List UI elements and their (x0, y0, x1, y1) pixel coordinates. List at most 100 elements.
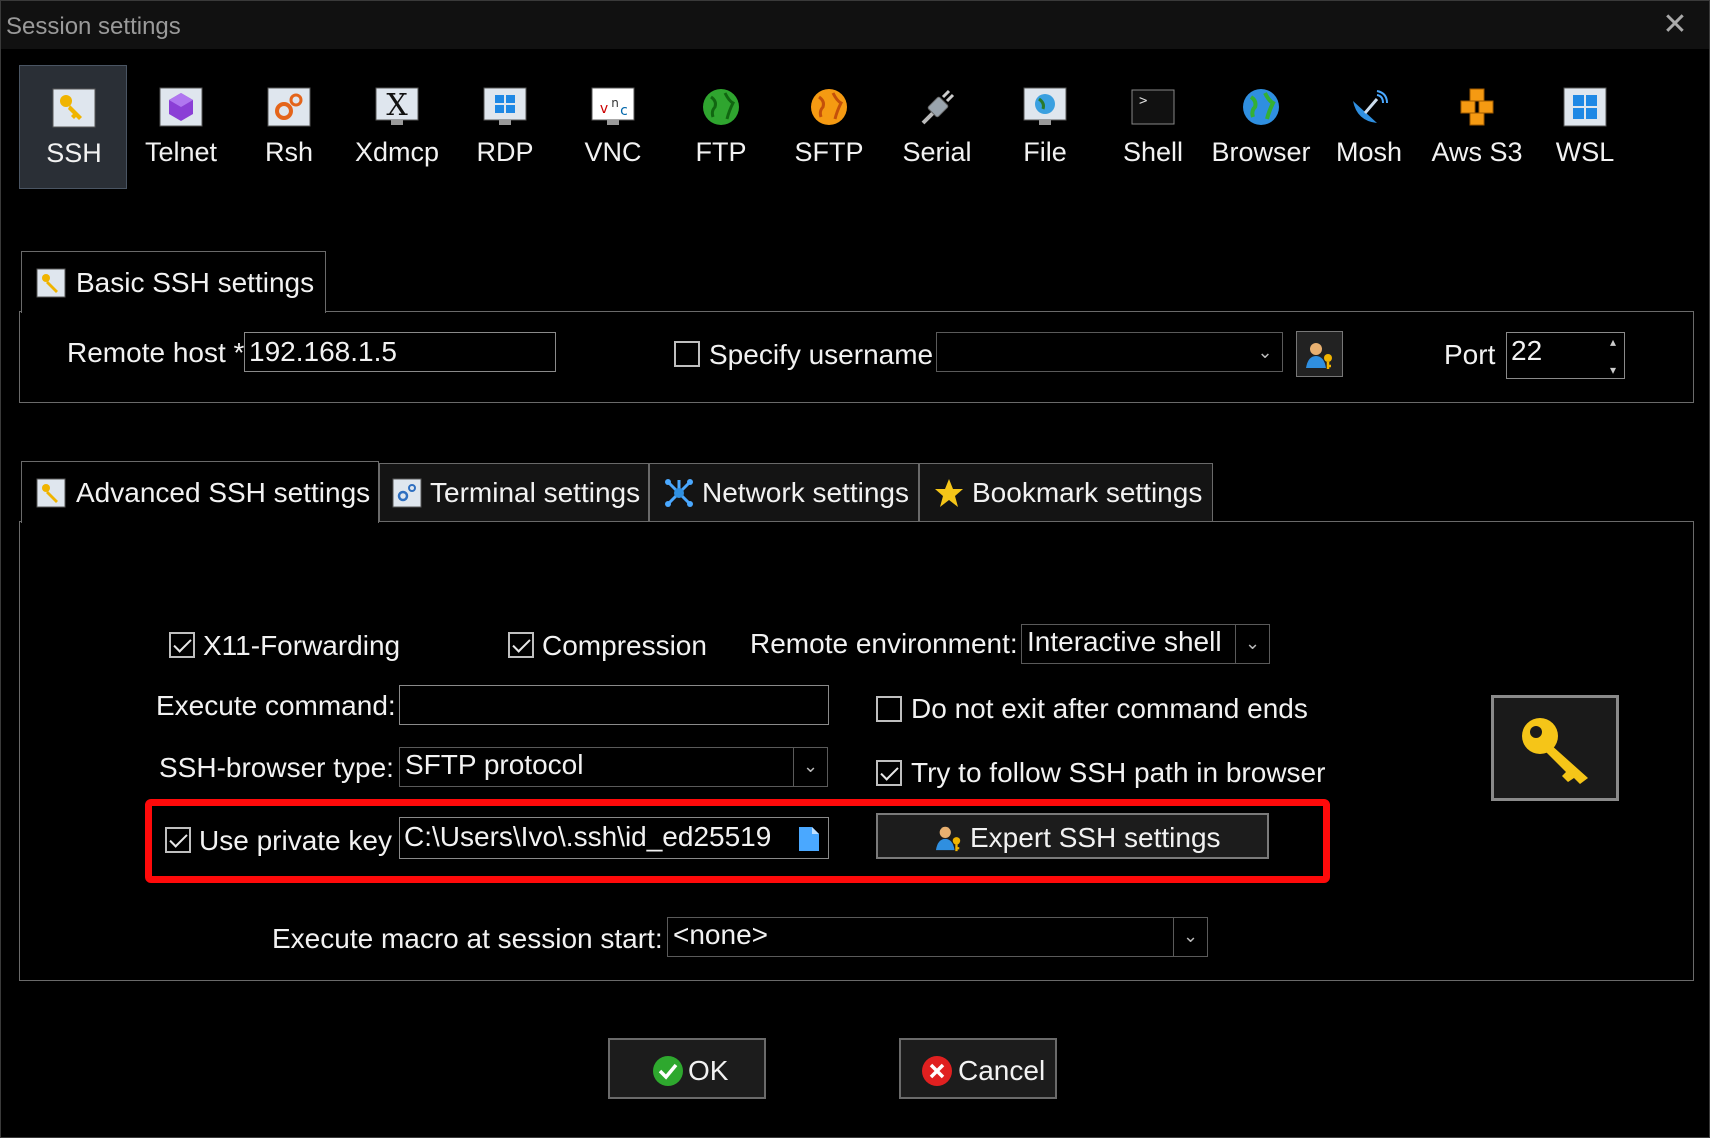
ftp-globe-icon (703, 89, 739, 125)
telnet-icon (159, 87, 203, 127)
tab-network-settings[interactable]: Network settings (649, 463, 919, 521)
ssh-key-icon (52, 88, 96, 128)
session-type-label: Xdmcp (354, 137, 440, 167)
execute-macro-select[interactable]: <none> ⌄ (667, 917, 1208, 957)
large-key-icon (1522, 718, 1588, 784)
session-type-label: Serial (902, 137, 972, 167)
svg-text:>: > (1139, 93, 1147, 109)
star-icon (935, 479, 963, 507)
compression-checkbox[interactable] (508, 632, 534, 658)
tab-join (22, 520, 378, 524)
session-type-ssh[interactable]: SSH (19, 65, 127, 189)
remote-environment-select[interactable]: Interactive shell ⌄ (1021, 624, 1270, 664)
rsh-icon (267, 87, 311, 127)
session-type-bar: SSH Telnet Rsh X Xdmcp RDP vnc VNC FTP S… (19, 65, 1659, 189)
session-type-shell[interactable]: > Shell (1099, 65, 1207, 189)
session-type-rsh[interactable]: Rsh (235, 65, 343, 189)
session-type-label: Shell (1122, 137, 1184, 167)
session-type-mosh[interactable]: Mosh (1315, 65, 1423, 189)
specify-username-checkbox[interactable] (674, 341, 700, 367)
x11-forwarding-checkbox[interactable] (169, 632, 195, 658)
port-label: Port (1444, 339, 1496, 370)
do-not-exit-checkbox[interactable] (876, 696, 902, 722)
session-type-sftp[interactable]: SFTP (775, 65, 883, 189)
do-not-exit-label: Do not exit after command ends (911, 693, 1308, 724)
check-circle-icon (653, 1056, 683, 1086)
chevron-down-icon: ⌄ (1173, 918, 1207, 956)
session-type-label: File (1023, 137, 1067, 167)
wsl-windows-icon (1563, 87, 1607, 127)
x11-forwarding-label: X11-Forwarding (203, 630, 401, 661)
remote-environment-label: Remote environment: (750, 628, 1018, 659)
ssh-key-icon (36, 268, 66, 298)
title-bar: Session settings ✕ (1, 1, 1709, 49)
tab-label: Terminal settings (430, 477, 641, 508)
advanced-settings-panel (19, 521, 1694, 981)
session-type-vnc[interactable]: vnc VNC (559, 65, 667, 189)
close-icon[interactable]: ✕ (1659, 9, 1691, 41)
shell-terminal-icon: > (1131, 89, 1175, 125)
chevron-down-icon: ⌄ (1257, 342, 1273, 362)
ssh-browser-type-value: SFTP protocol (405, 749, 584, 780)
xdmcp-icon: X (375, 87, 419, 125)
session-type-label: VNC (584, 137, 642, 167)
cancel-x-circle-icon (922, 1056, 952, 1086)
mosh-satellite-icon (1353, 90, 1388, 123)
session-type-ftp[interactable]: FTP (667, 65, 775, 189)
ok-label: OK (688, 1055, 729, 1086)
remote-host-input[interactable]: 192.168.1.5 (244, 332, 556, 372)
chevron-down-icon: ⌄ (793, 748, 827, 786)
session-type-file[interactable]: File (991, 65, 1099, 189)
session-type-label: FTP (695, 137, 747, 167)
session-type-label: SSH (46, 138, 102, 168)
tab-label: Bookmark settings (972, 477, 1203, 508)
port-spinner[interactable]: 22 ▴ ▾ (1506, 332, 1625, 379)
ok-button[interactable]: OK (608, 1038, 766, 1099)
tab-label: Advanced SSH settings (76, 477, 371, 508)
session-type-telnet[interactable]: Telnet (127, 65, 235, 189)
svg-text:c: c (620, 103, 628, 119)
highlight-annotation (145, 799, 1330, 883)
spinner-arrows-icon[interactable]: ▴ ▾ (1610, 335, 1616, 377)
session-type-wsl[interactable]: WSL (1531, 65, 1639, 189)
session-type-aws-s3[interactable]: Aws S3 (1423, 65, 1531, 189)
chevron-down-icon: ⌄ (1235, 625, 1269, 663)
tab-label: Network settings (702, 477, 909, 508)
compression-label: Compression (542, 630, 707, 661)
session-type-xdmcp[interactable]: X Xdmcp (343, 65, 451, 189)
tab-join (22, 310, 325, 314)
ssh-browser-type-label: SSH-browser type: (159, 752, 394, 783)
tab-bookmark-settings[interactable]: Bookmark settings (919, 463, 1213, 521)
session-type-serial[interactable]: Serial (883, 65, 991, 189)
session-type-label: Mosh (1335, 137, 1403, 167)
session-settings-window: Session settings ✕ SSH Telnet Rsh X Xdmc… (0, 0, 1710, 1138)
session-type-rdp[interactable]: RDP (451, 65, 559, 189)
vnc-icon: vnc (591, 87, 635, 125)
tab-advanced-ssh-settings[interactable]: Advanced SSH settings (21, 461, 379, 523)
svg-text:X: X (386, 88, 408, 123)
tab-basic-ssh-settings[interactable]: Basic SSH settings (21, 251, 326, 313)
cancel-button[interactable]: Cancel (899, 1038, 1057, 1099)
username-combo[interactable]: ⌄ (936, 332, 1283, 372)
svg-text:v: v (600, 101, 608, 117)
remote-environment-value: Interactive shell (1027, 626, 1222, 657)
session-type-label: Aws S3 (1431, 137, 1523, 167)
user-manager-button[interactable] (1296, 331, 1343, 377)
sftp-globe-icon (811, 89, 847, 125)
user-key-icon (1306, 343, 1332, 369)
network-icon (665, 479, 693, 507)
file-monitor-icon (1023, 87, 1067, 125)
tab-label: Basic SSH settings (76, 267, 315, 298)
execute-macro-value: <none> (673, 919, 768, 950)
aws-s3-cubes-icon (1460, 88, 1494, 126)
session-type-browser[interactable]: Browser (1207, 65, 1315, 189)
terminal-settings-icon (392, 478, 422, 508)
window-title: Session settings (6, 13, 181, 40)
tab-terminal-settings[interactable]: Terminal settings (379, 463, 649, 521)
follow-ssh-path-label: Try to follow SSH path in browser (911, 757, 1326, 788)
follow-ssh-path-checkbox[interactable] (876, 760, 902, 786)
execute-command-input[interactable] (399, 685, 829, 725)
ssh-browser-type-select[interactable]: SFTP protocol ⌄ (399, 747, 828, 787)
cancel-label: Cancel (958, 1055, 1046, 1086)
session-type-label: Telnet (144, 137, 218, 167)
